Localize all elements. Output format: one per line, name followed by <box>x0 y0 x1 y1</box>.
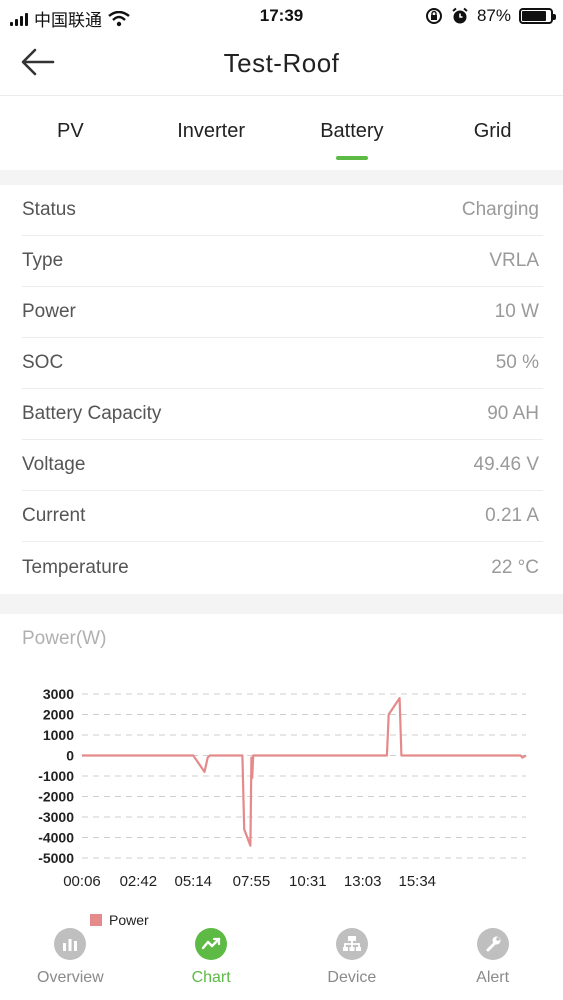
x-tick-label: 13:03 <box>344 873 382 890</box>
nav-label: Overview <box>37 969 104 986</box>
nav-label: Chart <box>191 969 231 986</box>
legend-label: Power <box>109 912 149 928</box>
info-value: Charging <box>461 199 539 220</box>
info-value: 10 W <box>494 301 539 322</box>
info-label: Voltage <box>22 454 86 475</box>
alarm-icon <box>452 7 468 24</box>
x-tick-label: 00:06 <box>63 873 101 890</box>
nav-label: Alert <box>476 969 510 986</box>
battery-percent: 87% <box>476 6 511 25</box>
info-row-voltage: Voltage 49.46 V <box>22 440 543 491</box>
info-value: VRLA <box>489 250 539 271</box>
wrench-icon <box>476 928 509 960</box>
nav-device[interactable]: Device <box>282 928 423 1000</box>
tab-inverter[interactable]: Inverter <box>141 96 282 170</box>
y-tick-label: -5000 <box>38 850 74 866</box>
section-divider <box>0 594 563 614</box>
info-label: Battery Capacity <box>22 403 162 424</box>
power-chart[interactable]: 3000 2000 1000 0 -1000 -2000 -3000 -4000 -5000 00… <box>0 680 563 900</box>
series-line-power <box>82 697 527 847</box>
info-row-status: Status Charging <box>22 185 543 236</box>
x-tick-label: 02:42 <box>120 873 158 890</box>
info-value: 90 AH <box>487 403 539 424</box>
tab-pv[interactable]: PV <box>0 96 141 170</box>
tab-grid[interactable]: Grid <box>422 96 563 170</box>
info-value: 50 % <box>495 352 539 373</box>
chart-title: Power(W) <box>22 628 107 649</box>
bottom-nav: Overview Chart Device Alert <box>0 928 563 1000</box>
battery-info-list: Status Charging Type VRLA Power 10 W SOC… <box>0 185 563 593</box>
info-label: Current <box>22 505 86 526</box>
y-tick-label: 2000 <box>43 707 74 723</box>
info-row-power: Power 10 W <box>22 287 543 338</box>
info-label: Temperature <box>22 556 129 578</box>
nav-overview[interactable]: Overview <box>0 928 141 1000</box>
chart-legend[interactable]: Power <box>90 912 149 928</box>
info-row-capacity: Battery Capacity 90 AH <box>22 389 543 440</box>
tab-bar: PV Inverter Battery Grid <box>0 96 563 170</box>
y-tick-label: 1000 <box>43 727 74 743</box>
info-label: Status <box>22 199 76 220</box>
y-tick-label: -4000 <box>38 830 74 846</box>
y-tick-label: 3000 <box>43 686 74 702</box>
x-tick-label: 05:14 <box>174 873 212 890</box>
battery-level-fill <box>522 11 547 21</box>
info-value: 22 °C <box>491 556 539 578</box>
y-tick-label: -2000 <box>38 789 74 805</box>
status-right: 87% <box>425 6 556 26</box>
x-tick-label: 10:31 <box>289 873 327 890</box>
info-label: Power <box>22 301 76 322</box>
info-row-current: Current 0.21 A <box>22 491 543 542</box>
status-bar: 中国联通 17:39 87% <box>0 0 563 32</box>
info-value: 0.21 A <box>485 505 539 526</box>
x-tick-label: 07:55 <box>233 873 271 890</box>
info-value: 49.46 V <box>473 454 540 475</box>
info-label: Type <box>22 250 64 271</box>
tab-battery[interactable]: Battery <box>282 96 423 170</box>
page-title: Test-Roof <box>223 48 340 78</box>
y-tick-label: -3000 <box>38 809 74 825</box>
nav-chart[interactable]: Chart <box>141 928 282 1000</box>
info-row-soc: SOC 50 % <box>22 338 543 389</box>
app-header: Test-Roof <box>0 32 563 96</box>
nav-label: Device <box>327 969 377 986</box>
network-icon <box>335 928 368 960</box>
legend-swatch <box>90 914 102 926</box>
info-label: SOC <box>22 352 64 373</box>
section-divider <box>0 170 563 185</box>
nav-alert[interactable]: Alert <box>422 928 563 1000</box>
y-tick-label: -1000 <box>38 768 74 784</box>
x-tick-label: 15:34 <box>398 873 436 890</box>
y-tick-label: 0 <box>66 748 74 764</box>
trend-line-icon <box>195 928 228 960</box>
orientation-lock-icon <box>425 8 442 24</box>
battery-icon <box>519 8 556 24</box>
bar-chart-icon <box>54 928 87 960</box>
info-row-temperature: Temperature 22 °C <box>22 542 543 593</box>
info-row-type: Type VRLA <box>22 236 543 287</box>
